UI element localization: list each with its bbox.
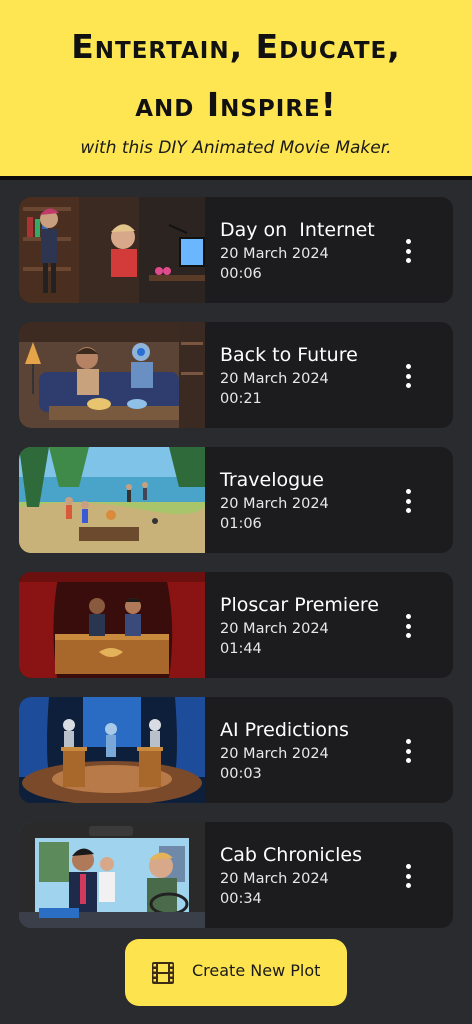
project-duration: 00:34	[220, 891, 262, 907]
project-card[interactable]: Day on Internet 20 March 2024 00:06	[19, 197, 453, 303]
project-meta: Travelogue 20 March 2024 01:06	[220, 469, 329, 534]
more-options-icon[interactable]	[403, 614, 413, 638]
project-duration: 01:44	[220, 641, 262, 657]
headline-line-2: and Inspire!	[135, 85, 337, 124]
project-date: 20 March 2024	[220, 246, 329, 262]
headline-line-1: Entertain, Educate,	[71, 27, 401, 66]
project-meta: Cab Chronicles 20 March 2024 00:34	[220, 844, 362, 909]
project-title: Day on Internet	[220, 219, 375, 241]
project-card[interactable]: Back to Future 20 March 2024 00:21	[19, 322, 453, 428]
project-duration: 00:03	[220, 766, 262, 782]
project-duration: 01:06	[220, 516, 262, 532]
project-title: Back to Future	[220, 344, 358, 366]
project-title: AI Predictions	[220, 719, 349, 741]
project-date: 20 March 2024	[220, 496, 329, 512]
project-thumbnail	[19, 697, 205, 803]
project-card[interactable]: Cab Chronicles 20 March 2024 00:34	[19, 822, 453, 928]
project-title: Cab Chronicles	[220, 844, 362, 866]
project-thumbnail	[19, 197, 205, 303]
project-meta: Back to Future 20 March 2024 00:21	[220, 344, 358, 409]
create-new-plot-label: Create New Plot	[192, 961, 321, 980]
project-duration: 00:06	[220, 266, 262, 282]
project-card[interactable]: Ploscar Premiere 20 March 2024 01:44	[19, 572, 453, 678]
project-date: 20 March 2024	[220, 621, 329, 637]
project-meta: AI Predictions 20 March 2024 00:03	[220, 719, 349, 784]
project-thumbnail	[19, 572, 205, 678]
tagline: with this DIY Animated Movie Maker.	[80, 138, 392, 158]
more-options-icon[interactable]	[403, 739, 413, 763]
more-options-icon[interactable]	[403, 489, 413, 513]
project-date: 20 March 2024	[220, 871, 329, 887]
project-card[interactable]: AI Predictions 20 March 2024 00:03	[19, 697, 453, 803]
project-meta: Ploscar Premiere 20 March 2024 01:44	[220, 594, 379, 659]
project-title: Travelogue	[220, 469, 324, 491]
more-options-icon[interactable]	[403, 239, 413, 263]
film-strip-icon	[152, 962, 174, 984]
create-new-plot-button[interactable]: Create New Plot	[125, 939, 347, 1006]
project-meta: Day on Internet 20 March 2024 00:06	[220, 219, 375, 284]
project-thumbnail	[19, 822, 205, 928]
project-thumbnail	[19, 447, 205, 553]
more-options-icon[interactable]	[403, 364, 413, 388]
project-title: Ploscar Premiere	[220, 594, 379, 616]
more-options-icon[interactable]	[403, 864, 413, 888]
project-duration: 00:21	[220, 391, 262, 407]
project-card[interactable]: Travelogue 20 March 2024 01:06	[19, 447, 453, 553]
project-date: 20 March 2024	[220, 746, 329, 762]
app-header: Entertain, Educate, and Inspire! with th…	[0, 0, 472, 180]
project-date: 20 March 2024	[220, 371, 329, 387]
project-thumbnail	[19, 322, 205, 428]
